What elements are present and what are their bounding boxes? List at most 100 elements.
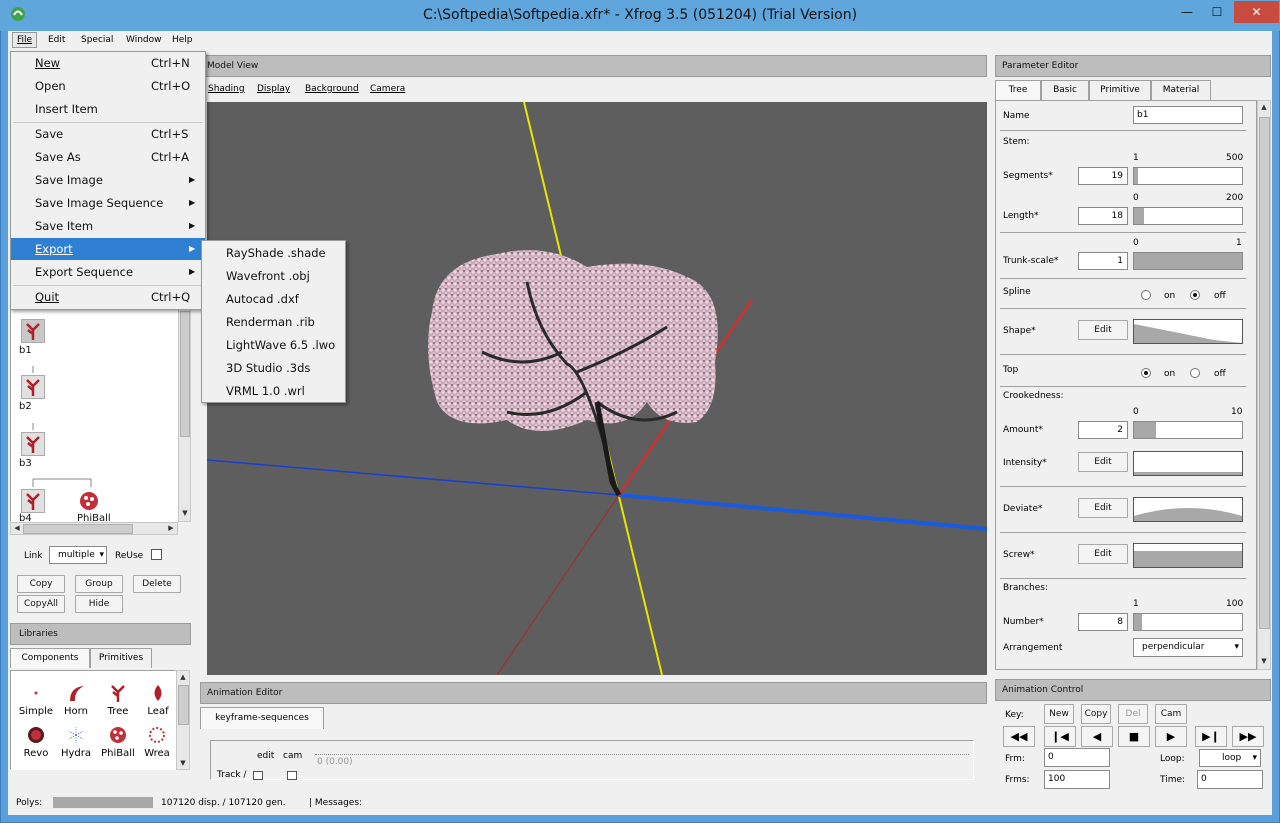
menu-item-save-as[interactable]: Save As Ctrl+A [11,146,205,168]
key-new-button[interactable]: New [1044,704,1074,724]
menu-item-save-item[interactable]: Save Item ▶ [11,215,205,237]
export-renderman[interactable]: Renderman .rib [226,315,315,329]
tab-basic[interactable]: Basic [1041,80,1089,100]
deviate-edit-button[interactable]: Edit [1078,498,1128,518]
parameter-vscroll-thumb[interactable] [1259,117,1270,629]
scroll-down-icon[interactable]: ▼ [177,759,189,767]
tab-primitives[interactable]: Primitives [90,648,152,668]
fast-forward-button[interactable]: ▶▶ [1232,726,1264,747]
spline-on-radio[interactable] [1141,290,1151,300]
key-del-button[interactable]: Del [1118,704,1148,724]
menu-item-export[interactable]: Export ▶ [11,238,205,260]
lib-simple[interactable]: Simple [17,683,55,717]
last-frame-button[interactable]: ▶❙ [1195,726,1227,747]
scroll-down-icon[interactable]: ▼ [1258,657,1270,665]
name-input[interactable]: b1 [1133,106,1243,124]
hierarchy-vscroll[interactable]: ▼ [178,300,191,522]
lib-phiball[interactable]: PhiBall [99,725,137,759]
export-lightwave[interactable]: LightWave 6.5 .lwo [226,338,335,352]
key-cam-button[interactable]: Cam [1155,704,1187,724]
export-wavefront[interactable]: Wavefront .obj [226,269,310,283]
number-input[interactable]: 8 [1078,613,1128,631]
stop-button[interactable]: ■ [1118,726,1150,747]
menu-item-insert-item[interactable]: Insert Item [11,98,205,120]
screw-curve[interactable] [1133,543,1243,568]
menu-item-save-image-sequence[interactable]: Save Image Sequence ▶ [11,192,205,214]
menu-display[interactable]: Display [257,84,290,94]
lib-revo[interactable]: Revo [17,725,55,759]
export-autocad[interactable]: Autocad .dxf [226,292,299,306]
scroll-right-icon[interactable]: ▶ [165,524,177,532]
length-slider[interactable] [1133,207,1243,225]
track-edit-checkbox[interactable] [253,771,263,780]
segments-input[interactable]: 19 [1078,167,1128,185]
first-frame-button[interactable]: ❙◀ [1044,726,1076,747]
minimize-button[interactable]: — [1172,1,1202,23]
hide-button[interactable]: Hide [75,595,123,613]
menu-item-export-sequence[interactable]: Export Sequence ▶ [11,261,205,283]
group-button[interactable]: Group [75,575,123,593]
menu-item-open[interactable]: Open Ctrl+O [11,75,205,97]
scroll-left-icon[interactable]: ◀ [11,524,23,532]
library-vscroll[interactable]: ▲ ▼ [176,670,190,770]
tab-primitive[interactable]: Primitive [1089,80,1151,100]
frm-input[interactable]: 0 [1044,748,1110,767]
library-grid[interactable]: Simple Horn Tree Leaf Revo Hydra PhiBall… [10,670,176,770]
frms-input[interactable]: 100 [1044,770,1110,789]
timeline-ruler[interactable] [315,745,969,755]
menu-item-quit[interactable]: Quit Ctrl+Q [11,286,205,308]
maximize-button[interactable]: ☐ [1202,1,1232,23]
menu-shading[interactable]: Shading [208,84,245,94]
hierarchy-vscroll-thumb[interactable] [180,311,190,437]
rewind-button[interactable]: ◀◀ [1003,726,1035,747]
menu-window[interactable]: Window [126,35,162,45]
trunk-scale-slider[interactable] [1133,252,1243,270]
segments-slider[interactable] [1133,167,1243,185]
hierarchy-hscroll-thumb[interactable] [23,524,133,534]
intensity-curve[interactable] [1133,451,1243,476]
menu-background[interactable]: Background [305,84,359,94]
scroll-up-icon[interactable]: ▲ [1258,103,1270,111]
step-back-button[interactable]: ◀ [1081,726,1113,747]
menu-item-save-image[interactable]: Save Image ▶ [11,169,205,191]
amount-slider[interactable] [1133,421,1243,439]
intensity-edit-button[interactable]: Edit [1078,452,1128,472]
screw-edit-button[interactable]: Edit [1078,544,1128,564]
time-input[interactable]: 0 [1197,770,1263,789]
play-button[interactable]: ▶ [1155,726,1187,747]
top-on-radio[interactable] [1141,368,1151,378]
tab-keyframe-sequences[interactable]: keyframe-sequences [200,707,324,729]
copy-button[interactable]: Copy [17,575,65,593]
spline-off-radio[interactable] [1190,290,1200,300]
link-select[interactable]: multiple ▾ [49,546,107,564]
menu-edit[interactable]: Edit [48,35,65,45]
menu-item-save[interactable]: Save Ctrl+S [11,123,205,145]
menu-item-new[interactable]: New Ctrl+N [11,52,205,74]
parameter-vscroll[interactable]: ▲ ▼ [1257,100,1271,670]
shape-edit-button[interactable]: Edit [1078,320,1128,340]
export-vrml[interactable]: VRML 1.0 .wrl [226,384,305,398]
menu-file[interactable]: File [12,32,38,48]
lib-wreath[interactable]: Wrea [139,725,175,759]
copyall-button[interactable]: CopyAll [17,595,65,613]
lib-horn[interactable]: Horn [57,683,95,717]
tab-tree[interactable]: Tree [995,80,1041,100]
reuse-checkbox[interactable] [151,549,162,560]
shape-curve[interactable] [1133,319,1243,344]
keyframe-area[interactable]: edit cam Track / 0 (0.00) [210,740,974,780]
trunk-scale-input[interactable]: 1 [1078,252,1128,270]
lib-leaf[interactable]: Leaf [139,683,175,717]
lib-tree[interactable]: Tree [99,683,137,717]
close-button[interactable]: ✕ [1234,1,1279,23]
scroll-down-icon[interactable]: ▼ [179,509,191,517]
key-copy-button[interactable]: Copy [1081,704,1111,724]
arrangement-select[interactable]: perpendicular ▾ [1133,638,1243,657]
track-cam-checkbox[interactable] [287,771,297,780]
loop-select[interactable]: loop ▾ [1199,749,1261,767]
menu-help[interactable]: Help [172,35,193,45]
length-input[interactable]: 18 [1078,207,1128,225]
amount-input[interactable]: 2 [1078,421,1128,439]
library-vscroll-thumb[interactable] [178,685,189,725]
delete-button[interactable]: Delete [133,575,181,593]
menu-special[interactable]: Special [81,35,113,45]
